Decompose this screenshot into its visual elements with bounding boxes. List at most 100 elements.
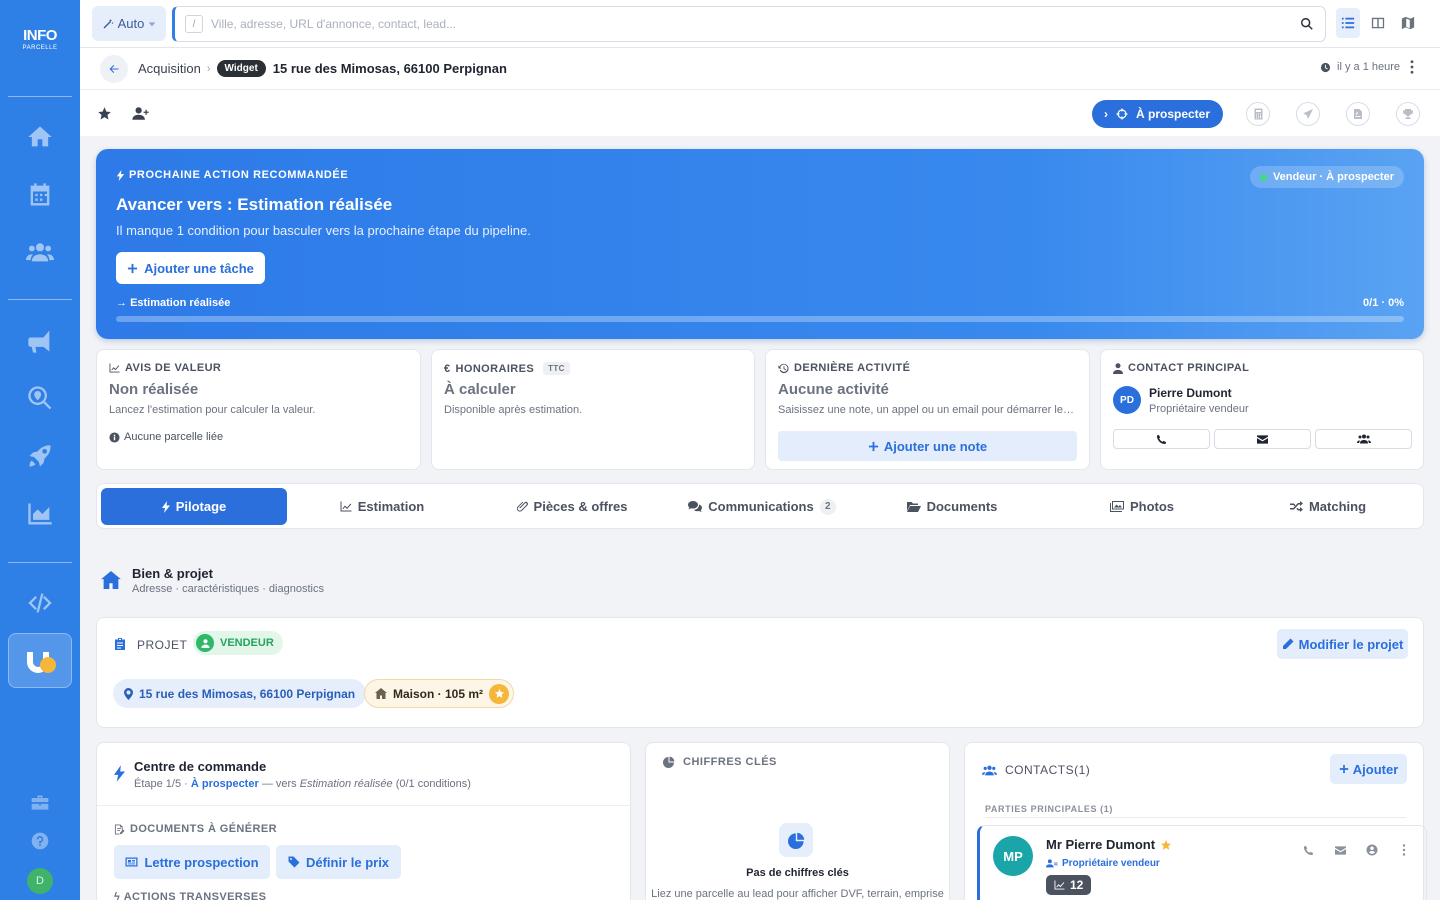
seller-badge-text: VENDEUR xyxy=(220,637,274,649)
key-figures-empty-subtitle: Liez une parcelle au lead pour afficher … xyxy=(651,888,944,900)
step-target: Estimation réalisée xyxy=(299,778,393,790)
main-contact-kicker: CONTACT PRINCIPAL xyxy=(1113,362,1249,374)
command-center-panel: Centre de commande Étape 1/5 · À prospec… xyxy=(96,742,631,900)
set-price-button[interactable]: Définir le prix xyxy=(276,845,401,879)
tab-pilotage[interactable]: Pilotage xyxy=(101,488,287,525)
plus-icon xyxy=(128,263,138,273)
calculator-icon[interactable] xyxy=(1246,102,1270,126)
search-location-icon[interactable] xyxy=(20,378,60,418)
page-title: 15 rue des Mimosas, 66100 Perpignan xyxy=(272,61,507,76)
pipeline-status-button[interactable]: › À prospecter xyxy=(1092,100,1223,128)
contacts-kicker: CONTACTS(1) xyxy=(982,763,1090,777)
search-icon[interactable] xyxy=(1299,16,1315,32)
add-task-button[interactable]: Ajouter une tâche xyxy=(116,252,265,284)
map-view-icon[interactable] xyxy=(1396,8,1420,38)
property-chip[interactable]: Maison · 105 m² xyxy=(364,679,515,708)
email-button[interactable] xyxy=(1214,429,1311,449)
breadcrumb: Acquisition › Widget 15 rue des Mimosas,… xyxy=(80,48,1440,90)
phone-icon[interactable] xyxy=(1300,842,1316,858)
signature-icon[interactable] xyxy=(1346,102,1370,126)
send-icon[interactable] xyxy=(1296,102,1320,126)
trophy-icon[interactable] xyxy=(1396,102,1420,126)
user-tag-icon xyxy=(196,634,214,652)
fees-card-kicker: € HONORAIRES TTC xyxy=(444,362,570,375)
back-button[interactable] xyxy=(100,54,128,83)
more-vertical-icon[interactable] xyxy=(1396,842,1412,858)
app-logo[interactable]: INFO PARCELLE xyxy=(0,28,80,68)
call-button[interactable] xyxy=(1113,429,1210,449)
chevron-right-icon: › xyxy=(1104,107,1108,121)
contact-name[interactable]: Pierre Dumont xyxy=(1149,386,1232,400)
tab-pieces-offres[interactable]: Pièces & offres xyxy=(477,488,667,525)
next-action-kicker: PROCHAINE ACTION RECOMMANDÉE xyxy=(116,169,348,181)
value-card[interactable]: AVIS DE VALEUR Non réalisée Lancez l'est… xyxy=(96,349,421,470)
list-view-icon[interactable] xyxy=(1336,8,1360,38)
add-note-button[interactable]: Ajouter une note xyxy=(778,431,1077,461)
contact-card[interactable]: MP Mr Pierre Dumont Propriétaire vendeur… xyxy=(977,825,1427,900)
calendar-icon[interactable] xyxy=(20,175,60,215)
toolbox-icon[interactable] xyxy=(20,783,60,823)
key-figures-kicker-text: CHIFFRES CLÉS xyxy=(683,756,777,768)
help-icon[interactable] xyxy=(20,821,60,861)
more-vertical-icon[interactable] xyxy=(1406,60,1418,74)
divider xyxy=(97,805,630,806)
magic-wand-icon xyxy=(103,18,114,28)
user-tag-icon xyxy=(1046,859,1058,868)
pencil-icon xyxy=(1282,638,1294,649)
add-contact-button[interactable]: Ajouter xyxy=(1330,754,1407,784)
tab-documents[interactable]: Documents xyxy=(857,488,1047,525)
chart-line-icon xyxy=(109,363,120,373)
ttc-badge: TTC xyxy=(543,362,570,375)
user-circle-icon[interactable] xyxy=(1364,842,1380,858)
columns-view-icon[interactable] xyxy=(1366,8,1390,38)
chart-area-icon[interactable] xyxy=(20,494,60,534)
users-icon xyxy=(982,765,997,775)
tab-label: Estimation xyxy=(357,499,425,514)
next-action-kicker-text: PROCHAINE ACTION RECOMMANDÉE xyxy=(129,169,349,181)
next-action-subtitle: Il manque 1 condition pour basculer vers… xyxy=(116,223,531,238)
address-chip[interactable]: 15 rue des Mimosas, 66100 Perpignan xyxy=(113,679,367,708)
edit-project-button[interactable]: Modifier le projet xyxy=(1277,629,1408,659)
users-icon[interactable] xyxy=(20,232,60,272)
house-icon xyxy=(375,688,387,699)
contact-name[interactable]: Mr Pierre Dumont xyxy=(1046,837,1155,852)
tab-communications[interactable]: Communications 2 xyxy=(667,488,857,525)
command-center-step: Étape 1/5 · À prospecter — vers Estimati… xyxy=(134,778,471,790)
code-icon[interactable] xyxy=(20,583,60,623)
contact-activity-count: 12 xyxy=(1046,875,1092,895)
activity-card[interactable]: DERNIÈRE ACTIVITÉ Aucune activité Saisis… xyxy=(765,349,1090,470)
main-contact-card[interactable]: CONTACT PRINCIPAL PD Pierre Dumont Propr… xyxy=(1100,349,1424,470)
auto-mode-button[interactable]: Auto xyxy=(92,6,166,41)
breadcrumb-section[interactable]: Acquisition xyxy=(138,61,201,76)
divider xyxy=(985,817,1406,818)
property-chip-text: Maison · 105 m² xyxy=(393,686,484,701)
contact-role-text: Propriétaire vendeur xyxy=(1062,858,1160,869)
clock-icon xyxy=(1320,62,1331,72)
bolt-icon xyxy=(116,169,125,181)
fees-card-kicker-text: HONORAIRES xyxy=(455,362,535,375)
contacts-button[interactable] xyxy=(1315,429,1412,449)
command-center-title: Centre de commande xyxy=(134,759,267,774)
tab-matching[interactable]: Matching xyxy=(1233,488,1423,525)
transverse-actions-text: ACTIONS TRANSVERSES xyxy=(123,891,267,900)
star-icon[interactable] xyxy=(94,103,114,123)
add-user-icon[interactable] xyxy=(130,103,150,123)
auto-mode-label: Auto xyxy=(117,16,145,31)
step-current-link[interactable]: À prospecter xyxy=(191,778,259,790)
user-icon xyxy=(1113,362,1123,374)
megaphone-icon[interactable] xyxy=(20,321,60,361)
tab-photos[interactable]: Photos xyxy=(1047,488,1237,525)
envelope-icon[interactable] xyxy=(1332,842,1348,858)
rocket-icon[interactable] xyxy=(20,436,60,476)
tab-estimation[interactable]: Estimation xyxy=(287,488,477,525)
prospect-letter-button[interactable]: Lettre prospection xyxy=(114,845,270,879)
logo-subtext: PARCELLE xyxy=(22,45,58,51)
search-input[interactable] xyxy=(211,17,1299,31)
home-icon[interactable] xyxy=(20,117,60,157)
caret-down-icon xyxy=(149,21,156,26)
fees-card[interactable]: € HONORAIRES TTC À calculer Disponible a… xyxy=(431,349,755,470)
next-action-title: Avancer vers : Estimation réalisée xyxy=(116,195,393,214)
user-avatar[interactable]: D xyxy=(27,868,53,894)
pipeline-status-label: À prospecter xyxy=(1136,107,1211,121)
magnet-icon[interactable] xyxy=(8,633,72,688)
